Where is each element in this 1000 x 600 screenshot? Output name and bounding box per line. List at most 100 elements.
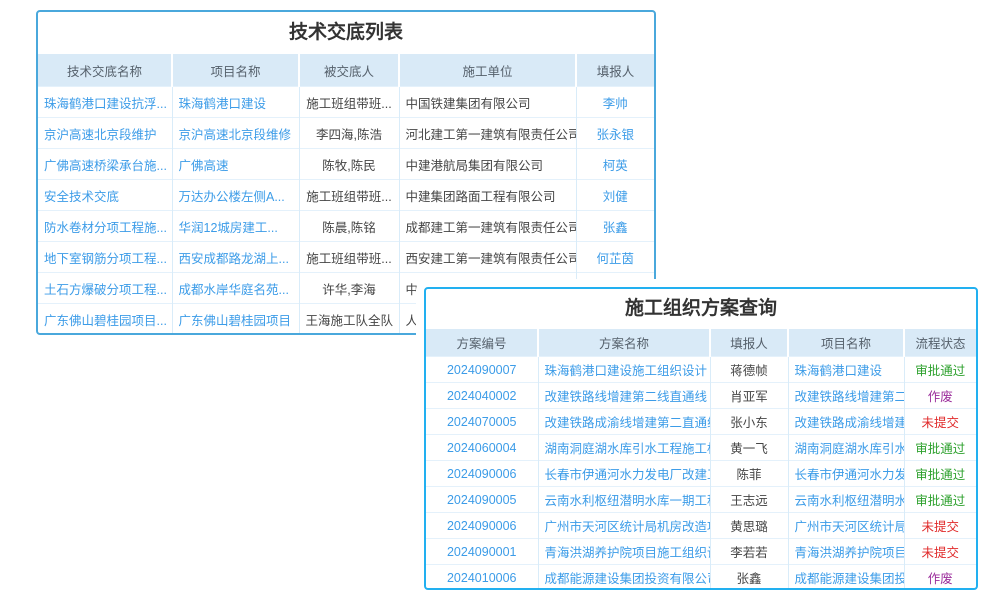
project-name-cell[interactable]: 成都水岸华庭名苑... [172, 273, 299, 304]
reporter-cell[interactable]: 张鑫 [576, 211, 654, 242]
project-name-cell[interactable]: 青海洪湖养护院项目 [788, 539, 904, 565]
reporter-cell[interactable]: 何芷茵 [576, 242, 654, 273]
plan-number-cell[interactable]: 2024040002 [426, 383, 538, 409]
construction-company-cell: 西安建工第一建筑有限责任公司 [399, 242, 576, 273]
disclosure-name-cell[interactable]: 广东佛山碧桂园项目... [38, 304, 172, 335]
table-row: 京沪高速北京段维护京沪高速北京段维修李四海,陈浩河北建工第一建筑有限责任公司张永… [38, 118, 654, 149]
plan-name-cell[interactable]: 青海洪湖养护院项目施工组织设 [538, 539, 710, 565]
table-row: 2024090006广州市天河区统计局机房改造项黄思璐广州市天河区统计局机房改造… [426, 513, 976, 539]
plan-number-cell[interactable]: 2024060004 [426, 435, 538, 461]
table2-header-row: 方案编号方案名称填报人项目名称流程状态 [426, 329, 976, 357]
project-name-cell[interactable]: 珠海鹤港口建设 [172, 87, 299, 118]
disclosure-name-cell[interactable]: 安全技术交底 [38, 180, 172, 211]
disclosure-name-cell[interactable]: 地下室钢筋分项工程... [38, 242, 172, 273]
table-row: 2024090007珠海鹤港口建设施工组织设计蒋德帧珠海鹤港口建设审批通过 [426, 357, 976, 383]
column-header-0: 方案编号 [426, 329, 538, 357]
technical-disclosure-title: 技术交底列表 [38, 12, 654, 54]
table-row: 2024070005改建铁路成渝线增建第二直通线张小东改建铁路成渝线增建第二直通… [426, 409, 976, 435]
plan-name-cell[interactable]: 湖南洞庭湖水库引水工程施工标 [538, 435, 710, 461]
construction-company-cell: 河北建工第一建筑有限责任公司 [399, 118, 576, 149]
reporter-cell: 张小东 [710, 409, 788, 435]
receiver-cell: 许华,李海 [299, 273, 399, 304]
column-header-1: 项目名称 [172, 54, 299, 87]
status-cell: 未提交 [904, 409, 976, 435]
table-row: 2024090006长春市伊通河水力发电厂改建工陈菲长春市伊通河水力发电厂改建审… [426, 461, 976, 487]
reporter-cell: 黄思璐 [710, 513, 788, 539]
table-row: 地下室钢筋分项工程...西安成都路龙湖上...施工班组带班...西安建工第一建筑… [38, 242, 654, 273]
disclosure-name-cell[interactable]: 珠海鹤港口建设抗浮... [38, 87, 172, 118]
plan-name-cell[interactable]: 云南水利枢纽潜明水库一期工程 [538, 487, 710, 513]
project-name-cell[interactable]: 改建铁路线增建第二线直通线 [788, 383, 904, 409]
project-name-cell[interactable]: 广东佛山碧桂园项目 [172, 304, 299, 335]
table-row: 2024010006成都能源建设集团投资有限公司张鑫成都能源建设集团投资有限公作… [426, 565, 976, 591]
disclosure-name-cell[interactable]: 土石方爆破分项工程... [38, 273, 172, 304]
construction-plan-query-panel: 施工组织方案查询 方案编号方案名称填报人项目名称流程状态 2024090007珠… [424, 287, 978, 590]
column-header-3: 项目名称 [788, 329, 904, 357]
reporter-cell[interactable]: 刘健 [576, 180, 654, 211]
reporter-cell[interactable]: 柯英 [576, 149, 654, 180]
plan-number-cell[interactable]: 2024090007 [426, 357, 538, 383]
status-cell: 审批通过 [904, 461, 976, 487]
column-header-2: 被交底人 [299, 54, 399, 87]
disclosure-name-cell[interactable]: 京沪高速北京段维护 [38, 118, 172, 149]
project-name-cell[interactable]: 成都能源建设集团投资有限公 [788, 565, 904, 591]
table-row: 2024060004湖南洞庭湖水库引水工程施工标黄一飞湖南洞庭湖水库引水工程施工… [426, 435, 976, 461]
construction-plan-table: 方案编号方案名称填报人项目名称流程状态 2024090007珠海鹤港口建设施工组… [426, 329, 976, 590]
reporter-cell: 陈菲 [710, 461, 788, 487]
plan-number-cell[interactable]: 2024070005 [426, 409, 538, 435]
plan-number-cell[interactable]: 2024090001 [426, 539, 538, 565]
plan-number-cell[interactable]: 2024090006 [426, 513, 538, 539]
construction-company-cell: 中建集团路面工程有限公司 [399, 180, 576, 211]
receiver-cell: 李四海,陈浩 [299, 118, 399, 149]
plan-name-cell[interactable]: 成都能源建设集团投资有限公司 [538, 565, 710, 591]
receiver-cell: 施工班组带班... [299, 87, 399, 118]
plan-name-cell[interactable]: 改建铁路线增建第二线直通线（ [538, 383, 710, 409]
project-name-cell[interactable]: 西安成都路龙湖上... [172, 242, 299, 273]
reporter-cell[interactable]: 张永银 [576, 118, 654, 149]
table-row: 2024040002改建铁路线增建第二线直通线（肖亚军改建铁路线增建第二线直通线… [426, 383, 976, 409]
table1-header-row: 技术交底名称项目名称被交底人施工单位填报人 [38, 54, 654, 87]
status-cell: 未提交 [904, 513, 976, 539]
receiver-cell: 王海施工队全队 [299, 304, 399, 335]
plan-name-cell[interactable]: 珠海鹤港口建设施工组织设计 [538, 357, 710, 383]
status-cell: 审批通过 [904, 487, 976, 513]
project-name-cell[interactable]: 改建铁路成渝线增建第二直通 [788, 409, 904, 435]
project-name-cell[interactable]: 京沪高速北京段维修 [172, 118, 299, 149]
reporter-cell: 蒋德帧 [710, 357, 788, 383]
construction-company-cell: 成都建工第一建筑有限责任公司 [399, 211, 576, 242]
status-cell: 审批通过 [904, 357, 976, 383]
column-header-2: 填报人 [710, 329, 788, 357]
reporter-cell: 李若若 [710, 539, 788, 565]
plan-number-cell[interactable]: 2024010006 [426, 565, 538, 591]
status-cell: 作废 [904, 565, 976, 591]
reporter-cell: 张鑫 [710, 565, 788, 591]
status-cell: 作废 [904, 383, 976, 409]
column-header-3: 施工单位 [399, 54, 576, 87]
receiver-cell: 施工班组带班... [299, 242, 399, 273]
plan-number-cell[interactable]: 2024090005 [426, 487, 538, 513]
construction-plan-query-title: 施工组织方案查询 [426, 289, 976, 329]
table-row: 安全技术交底万达办公楼左侧A...施工班组带班...中建集团路面工程有限公司刘健 [38, 180, 654, 211]
plan-number-cell[interactable]: 2024090006 [426, 461, 538, 487]
project-name-cell[interactable]: 万达办公楼左侧A... [172, 180, 299, 211]
plan-name-cell[interactable]: 广州市天河区统计局机房改造项 [538, 513, 710, 539]
disclosure-name-cell[interactable]: 防水卷材分项工程施... [38, 211, 172, 242]
plan-name-cell[interactable]: 长春市伊通河水力发电厂改建工 [538, 461, 710, 487]
table-row: 广佛高速桥梁承台施...广佛高速陈牧,陈民中建港航局集团有限公司柯英 [38, 149, 654, 180]
reporter-cell[interactable]: 李帅 [576, 87, 654, 118]
construction-company-cell: 中建港航局集团有限公司 [399, 149, 576, 180]
table-row: 2024090005云南水利枢纽潜明水库一期工程王志远云南水利枢纽潜明水库一期工… [426, 487, 976, 513]
project-name-cell[interactable]: 华润12城房建工... [172, 211, 299, 242]
project-name-cell[interactable]: 广佛高速 [172, 149, 299, 180]
plan-name-cell[interactable]: 改建铁路成渝线增建第二直通线 [538, 409, 710, 435]
project-name-cell[interactable]: 广州市天河区统计局机房改造 [788, 513, 904, 539]
column-header-4: 填报人 [576, 54, 654, 87]
project-name-cell[interactable]: 长春市伊通河水力发电厂改建 [788, 461, 904, 487]
project-name-cell[interactable]: 云南水利枢纽潜明水库一期工 [788, 487, 904, 513]
disclosure-name-cell[interactable]: 广佛高速桥梁承台施... [38, 149, 172, 180]
table-row: 防水卷材分项工程施...华润12城房建工...陈晨,陈铭成都建工第一建筑有限责任… [38, 211, 654, 242]
project-name-cell[interactable]: 湖南洞庭湖水库引水工程施工 [788, 435, 904, 461]
project-name-cell[interactable]: 珠海鹤港口建设 [788, 357, 904, 383]
receiver-cell: 陈牧,陈民 [299, 149, 399, 180]
reporter-cell: 王志远 [710, 487, 788, 513]
